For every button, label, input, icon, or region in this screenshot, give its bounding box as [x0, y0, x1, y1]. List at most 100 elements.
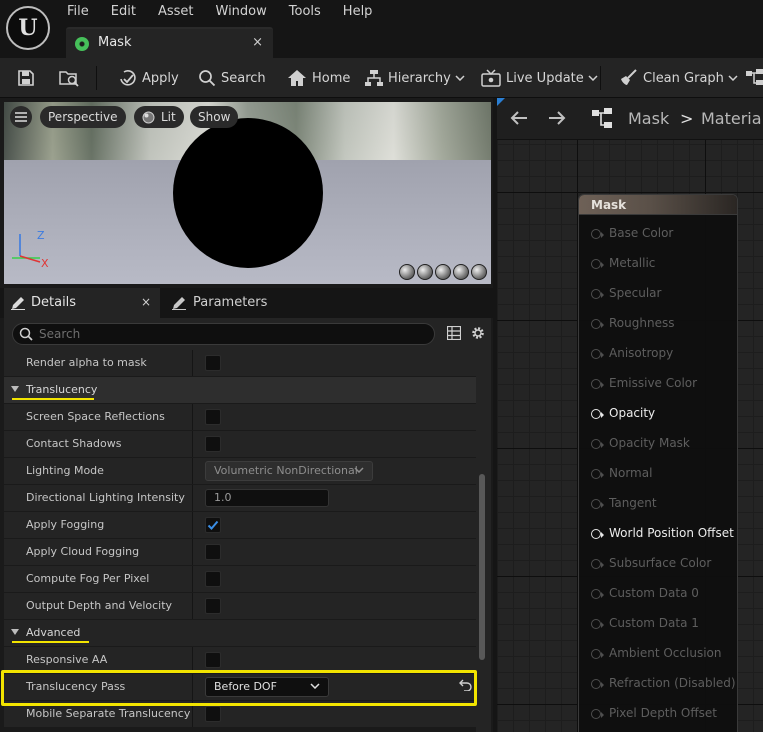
category-advanced[interactable]: Advanced	[4, 620, 476, 646]
responsive-aa-checkbox[interactable]	[205, 652, 221, 668]
pin-connector-icon[interactable]	[591, 259, 601, 269]
cube-preview-icon[interactable]	[453, 264, 469, 280]
node-graph-icon	[746, 69, 763, 85]
hierarchy-button[interactable]: Hierarchy	[365, 58, 465, 98]
details-panel: Render alpha to mask Translucency Screen…	[4, 318, 491, 732]
unreal-logo-icon[interactable]: U	[6, 6, 50, 50]
property-label: Mobile Separate Translucency	[26, 707, 191, 720]
apply-fogging-checkbox[interactable]	[205, 517, 221, 533]
close-details-icon[interactable]: ×	[141, 295, 151, 309]
more-tools-button[interactable]	[746, 58, 763, 98]
save-button[interactable]	[17, 58, 35, 98]
back-arrow-icon[interactable]	[509, 109, 529, 127]
node-pin[interactable]: Tangent	[591, 494, 741, 514]
forward-arrow-icon[interactable]	[547, 109, 567, 127]
node-pin[interactable]: Refraction (Disabled)	[591, 674, 741, 694]
pin-connector-icon[interactable]	[591, 229, 601, 239]
material-result-node[interactable]: Mask Base Color Metallic Specular Roughness…	[578, 194, 738, 732]
menu-window[interactable]: Window	[205, 0, 278, 24]
material-graph[interactable]: Mask > Materia Mask Base Color Metallic Sp…	[497, 98, 763, 732]
pin-connector-icon[interactable]	[591, 379, 601, 389]
translucency-pass-dropdown[interactable]: Before DOF	[205, 677, 329, 697]
tab-parameters[interactable]: Parameters	[166, 288, 366, 318]
apply-button[interactable]: Apply	[117, 58, 179, 98]
details-search-box[interactable]	[12, 323, 435, 345]
node-pin[interactable]: Normal	[591, 464, 741, 484]
pin-arrow-icon	[601, 712, 604, 718]
pin-connector-icon[interactable]	[591, 529, 601, 539]
pin-connector-icon[interactable]	[591, 499, 601, 509]
pin-connector-icon[interactable]	[591, 349, 601, 359]
node-pin[interactable]: Anisotropy	[591, 344, 741, 364]
pin-connector-icon[interactable]	[591, 679, 601, 689]
node-pin[interactable]: Custom Data 1	[591, 614, 741, 634]
search-icon	[199, 70, 216, 87]
contact-shadows-checkbox[interactable]	[205, 436, 221, 452]
material-preview-viewport[interactable]: Perspective Lit Show Z X	[4, 102, 491, 284]
node-pin[interactable]: Opacity Mask	[591, 434, 741, 454]
apply-cloud-fogging-checkbox[interactable]	[205, 544, 221, 560]
gear-icon[interactable]	[470, 325, 486, 341]
pin-connector-icon[interactable]	[591, 559, 601, 569]
node-pin[interactable]: Custom Data 0	[591, 584, 741, 604]
close-tab-icon[interactable]: ×	[252, 35, 263, 50]
property-matrix-icon[interactable]	[447, 326, 461, 340]
perspective-button[interactable]: Perspective	[40, 106, 126, 128]
clean-graph-button[interactable]: Clean Graph	[618, 58, 738, 98]
breadcrumb-material[interactable]: Materia	[701, 109, 762, 128]
category-translucency[interactable]: Translucency	[4, 377, 476, 403]
node-pin[interactable]: Base Color	[591, 224, 741, 244]
details-scrollbar[interactable]	[479, 474, 485, 660]
menu-asset[interactable]: Asset	[147, 0, 205, 24]
pin-label: Anisotropy	[609, 346, 674, 360]
show-button[interactable]: Show	[190, 106, 239, 128]
browse-asset-button[interactable]	[58, 58, 80, 98]
node-pin[interactable]: Metallic	[591, 254, 741, 274]
breadcrumb-mask[interactable]: Mask	[628, 109, 669, 128]
directional-lighting-intensity-field[interactable]: 1.0	[205, 489, 329, 507]
node-pin[interactable]: Ambient Occlusion	[591, 644, 741, 664]
node-pin[interactable]: World Position Offset	[591, 524, 741, 544]
pin-connector-icon[interactable]	[591, 319, 601, 329]
pin-connector-icon[interactable]	[591, 469, 601, 479]
node-pin[interactable]: Emissive Color	[591, 374, 741, 394]
pin-connector-icon[interactable]	[591, 409, 601, 419]
mobile-separate-translucency-checkbox[interactable]	[205, 706, 221, 722]
pin-arrow-icon	[601, 472, 604, 478]
pin-connector-icon[interactable]	[591, 289, 601, 299]
menu-tools[interactable]: Tools	[278, 0, 332, 24]
pin-label: Subsurface Color	[609, 556, 712, 570]
output-depth-and-velocity-checkbox[interactable]	[205, 598, 221, 614]
node-pin[interactable]: Specular	[591, 284, 741, 304]
lighting-mode-dropdown[interactable]: Volumetric NonDirectional	[205, 461, 373, 481]
cylinder-preview-icon[interactable]	[399, 264, 415, 280]
sphere-preview-icon[interactable]	[417, 264, 433, 280]
compute-fog-per-pixel-checkbox[interactable]	[205, 571, 221, 587]
live-update-button[interactable]: Live Update	[481, 58, 598, 98]
pin-connector-icon[interactable]	[591, 439, 601, 449]
pin-connector-icon[interactable]	[591, 709, 601, 719]
lit-button[interactable]: Lit	[134, 106, 184, 128]
search-button[interactable]: Search	[198, 58, 266, 98]
node-title: Mask	[591, 198, 627, 212]
menu-file[interactable]: File	[56, 0, 100, 24]
pin-connector-icon[interactable]	[591, 619, 601, 629]
pin-connector-icon[interactable]	[591, 589, 601, 599]
plane-preview-icon[interactable]	[435, 264, 451, 280]
menu-edit[interactable]: Edit	[100, 0, 147, 24]
node-pin[interactable]: Opacity	[591, 404, 741, 424]
teapot-preview-icon[interactable]	[471, 264, 487, 280]
node-pin[interactable]: Subsurface Color	[591, 554, 741, 574]
render-alpha-to-mask-checkbox[interactable]	[205, 355, 221, 371]
menu-help[interactable]: Help	[332, 0, 384, 24]
document-tab-mask[interactable]: Mask ×	[66, 27, 273, 58]
pin-connector-icon[interactable]	[591, 649, 601, 659]
details-search-input[interactable]	[39, 326, 419, 342]
viewport-options-button[interactable]	[10, 106, 32, 128]
reset-to-default-icon[interactable]	[459, 679, 472, 691]
node-pin[interactable]: Pixel Depth Offset	[591, 704, 741, 724]
tab-details[interactable]: Details ×	[4, 288, 160, 318]
node-pin[interactable]: Roughness	[591, 314, 741, 334]
screen-space-reflections-checkbox[interactable]	[205, 409, 221, 425]
home-button[interactable]: Home	[287, 58, 350, 98]
